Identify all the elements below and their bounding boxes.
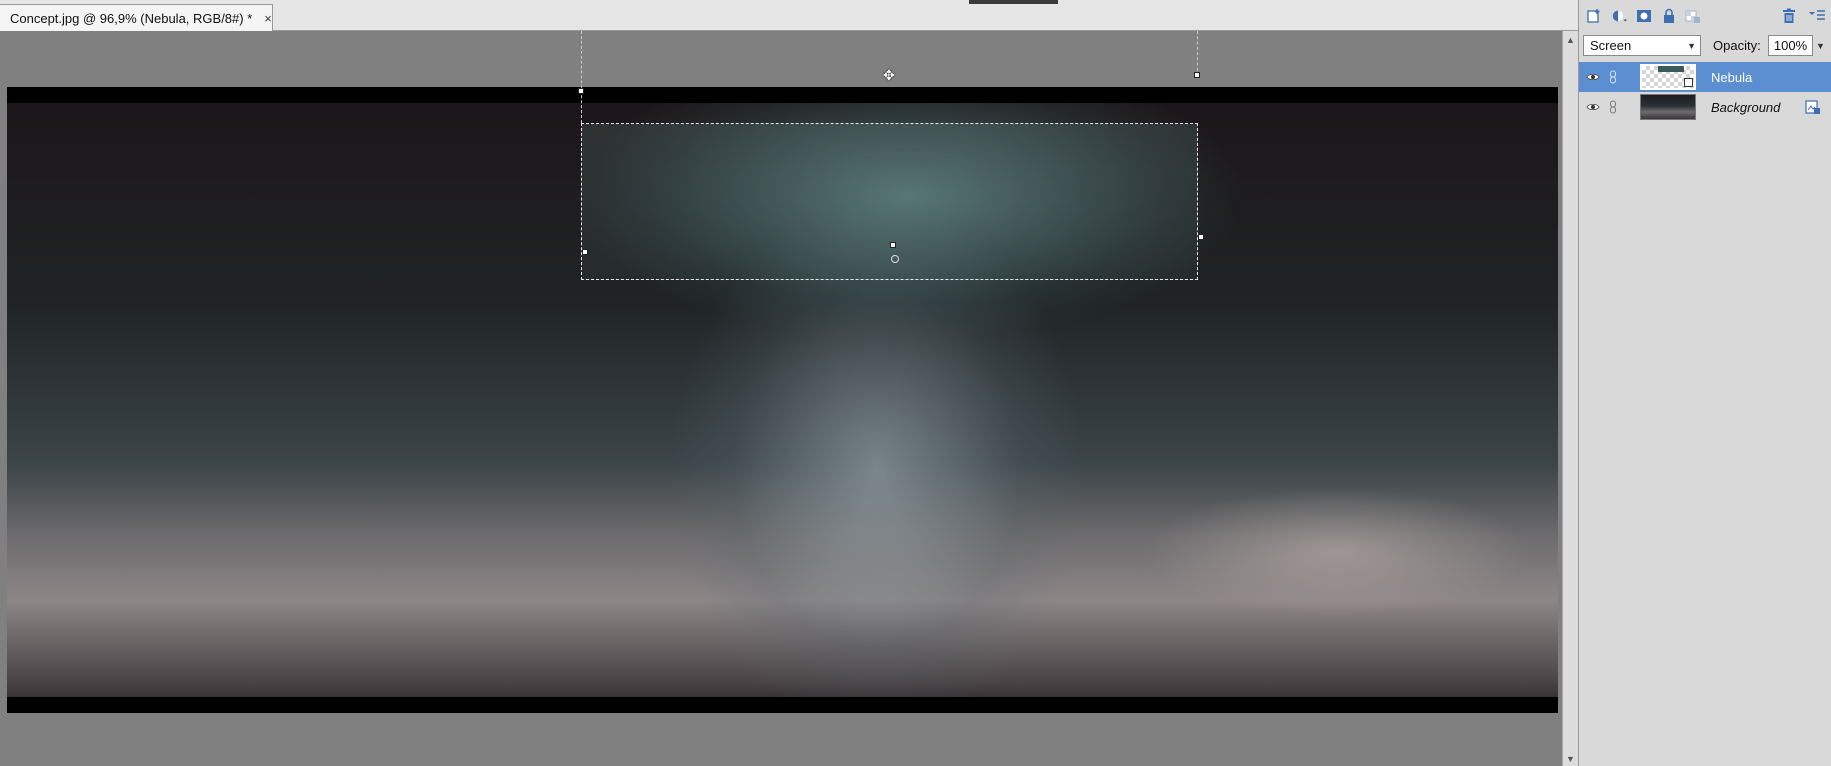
lock-transparency-icon[interactable] [1685, 8, 1701, 24]
layers-panel: Screen ▼ Opacity: 100% ▼ Nebula Backgrou [1578, 0, 1831, 766]
layer-mask-icon[interactable] [1636, 8, 1652, 24]
transform-bounding-box[interactable] [581, 123, 1198, 280]
transform-pivot-point[interactable] [891, 255, 899, 263]
transform-guide-right [1197, 31, 1198, 76]
panel-menu-icon[interactable] [1809, 8, 1825, 24]
opacity-value: 100% [1773, 38, 1808, 53]
document-tab-title: Concept.jpg @ 96,9% (Nebula, RGB/8#) * [10, 10, 253, 26]
layers-toolbar [1579, 0, 1831, 33]
visibility-eye-icon[interactable] [1586, 101, 1600, 113]
vertical-scrollbar[interactable]: ▲ ▼ [1562, 31, 1578, 766]
link-icon[interactable] [1608, 70, 1618, 84]
trash-icon[interactable] [1781, 8, 1797, 24]
layer-thumbnail-background [1640, 94, 1696, 120]
close-icon[interactable]: × [264, 11, 272, 26]
blend-mode-value: Screen [1590, 38, 1632, 53]
transform-handle-bottom-right[interactable] [1198, 234, 1204, 240]
transform-handle-top-left[interactable] [578, 88, 584, 94]
transform-handle-bottom-center[interactable] [890, 242, 896, 248]
layer-name[interactable]: Background [1711, 100, 1780, 115]
blend-mode-select[interactable]: Screen ▼ [1583, 35, 1701, 56]
new-layer-icon[interactable] [1586, 8, 1602, 24]
transform-handle-top-right[interactable] [1194, 72, 1200, 78]
transform-handle-bottom-left[interactable] [582, 249, 588, 255]
visibility-eye-icon[interactable] [1586, 71, 1600, 83]
document-tab[interactable]: Concept.jpg @ 96,9% (Nebula, RGB/8#) * × [0, 4, 273, 31]
transform-guide-left [581, 31, 582, 123]
opacity-label: Opacity: [1713, 38, 1761, 53]
opacity-input[interactable]: 100% [1768, 35, 1813, 56]
opacity-dropdown-icon[interactable]: ▼ [1816, 41, 1825, 51]
layer-name[interactable]: Nebula [1711, 70, 1752, 85]
scroll-up-icon[interactable]: ▲ [1566, 35, 1575, 45]
layer-row-background[interactable]: Background [1579, 92, 1831, 122]
layer-row-nebula[interactable]: Nebula [1579, 62, 1831, 92]
locked-layer-icon [1805, 99, 1821, 115]
link-icon[interactable] [1608, 100, 1618, 114]
chevron-down-icon: ▼ [1687, 41, 1696, 51]
adjustment-layer-icon[interactable] [1611, 8, 1627, 24]
move-cursor-icon: ✥ [883, 67, 895, 83]
canvas-workspace[interactable]: ✥ [0, 31, 1562, 766]
layer-controls: Screen ▼ Opacity: 100% ▼ [1579, 33, 1831, 59]
lock-icon[interactable] [1661, 8, 1677, 24]
document-tab-bar: Concept.jpg @ 96,9% (Nebula, RGB/8#) * × [0, 0, 1580, 31]
active-tab-marker [969, 0, 1058, 4]
scroll-down-icon[interactable]: ▼ [1566, 754, 1575, 764]
layer-thumbnail-nebula [1640, 64, 1696, 90]
